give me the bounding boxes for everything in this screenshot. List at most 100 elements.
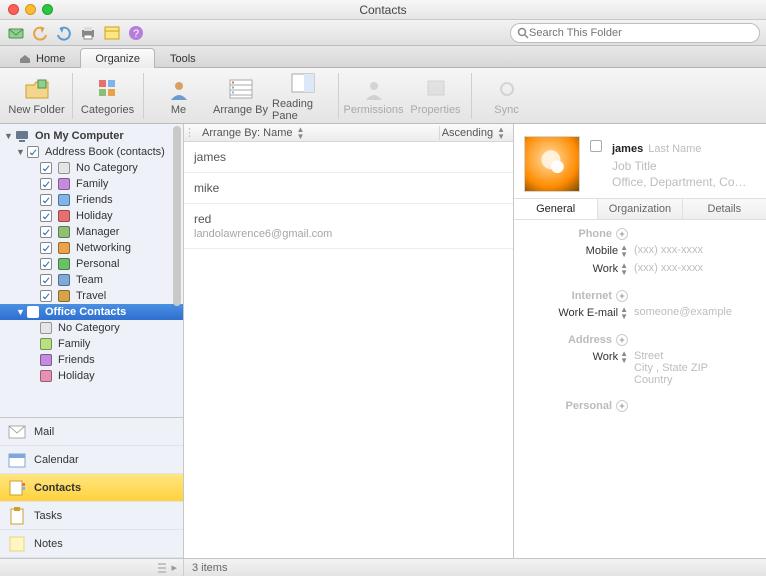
checkbox-icon[interactable]: [40, 274, 52, 286]
field-row[interactable]: Work▲▼(xxx) xxx-xxxx: [514, 262, 756, 276]
updown-icon: ▲▼: [620, 244, 628, 258]
search-input[interactable]: [529, 27, 753, 39]
detail-tabs: General Organization Details: [514, 198, 766, 220]
add-phone-button[interactable]: +: [616, 228, 628, 240]
tree-category[interactable]: Holiday: [0, 208, 183, 224]
category-color-icon: [58, 210, 70, 222]
tree-category[interactable]: Family: [0, 176, 183, 192]
ribbon: New Folder Categories Me Arrange By Read…: [0, 68, 766, 124]
checkbox-icon[interactable]: [40, 226, 52, 238]
category-color-icon: [58, 226, 70, 238]
add-personal-button[interactable]: +: [616, 400, 628, 412]
me-button[interactable]: Me: [148, 70, 210, 122]
contact-avatar[interactable]: [524, 136, 580, 192]
contacts-icon: [8, 479, 26, 497]
nav-mail[interactable]: Mail: [0, 418, 183, 446]
contact-row[interactable]: james: [184, 142, 513, 173]
category-color-icon: [40, 354, 52, 366]
ribbon-tabs: Home Organize Tools: [0, 46, 766, 68]
tab-tools[interactable]: Tools: [155, 48, 211, 68]
checkbox-icon[interactable]: [40, 162, 52, 174]
tree-office-contacts[interactable]: ▼Office Contacts: [0, 304, 183, 320]
scrollbar-thumb[interactable]: [173, 126, 181, 306]
checkbox-icon[interactable]: [40, 210, 52, 222]
undo-icon[interactable]: [30, 23, 50, 43]
updown-icon: ▲▼: [620, 350, 628, 364]
column-resize-handle[interactable]: ⋮: [184, 126, 194, 139]
tab-home[interactable]: Home: [4, 48, 80, 68]
tree-category[interactable]: Manager: [0, 224, 183, 240]
my-day-icon[interactable]: [102, 23, 122, 43]
sort-order-header[interactable]: Ascending▲▼: [439, 126, 513, 140]
category-color-icon: [58, 290, 70, 302]
detail-tab-general[interactable]: General: [514, 199, 598, 219]
reading-pane-button[interactable]: Reading Pane: [272, 70, 334, 122]
nav-list: Mail Calendar Contacts Tasks Notes: [0, 417, 183, 558]
section-address: Address+ Work▲▼Street City , State ZIP C…: [514, 334, 756, 386]
contact-list[interactable]: jamesmikeredlandolawrence6@gmail.com: [184, 142, 513, 558]
tree-address-book[interactable]: ▼Address Book (contacts): [0, 144, 183, 160]
detail-tab-organization[interactable]: Organization: [598, 199, 682, 219]
home-icon: [19, 54, 31, 64]
tree-category[interactable]: Team: [0, 272, 183, 288]
arrange-by-header[interactable]: Arrange By: Name▲▼: [194, 126, 439, 140]
folder-search[interactable]: [510, 23, 760, 43]
redo-icon[interactable]: [54, 23, 74, 43]
tree-category[interactable]: Family: [0, 336, 183, 352]
contact-flag-checkbox[interactable]: [590, 140, 602, 152]
contact-row[interactable]: mike: [184, 173, 513, 204]
nav-contacts[interactable]: Contacts: [0, 474, 183, 502]
checkbox-icon[interactable]: [40, 290, 52, 302]
tab-organize[interactable]: Organize: [80, 48, 155, 68]
updown-icon: ▲▼: [620, 262, 628, 276]
print-icon[interactable]: [78, 23, 98, 43]
field-row[interactable]: Mobile▲▼(xxx) xxx-xxxx: [514, 244, 756, 258]
contact-row[interactable]: redlandolawrence6@gmail.com: [184, 204, 513, 249]
section-personal: Personal+: [514, 400, 756, 412]
category-color-icon: [58, 178, 70, 190]
tree-category[interactable]: Personal: [0, 256, 183, 272]
contact-meta[interactable]: Office, Department, Company: [612, 175, 756, 189]
categories-button[interactable]: Categories: [77, 70, 139, 122]
arrange-by-button[interactable]: Arrange By: [210, 70, 272, 122]
detail-tab-details[interactable]: Details: [683, 199, 766, 219]
mail-icon: [8, 423, 26, 441]
add-address-button[interactable]: +: [616, 334, 628, 346]
nav-notes[interactable]: Notes: [0, 530, 183, 558]
checkbox-icon[interactable]: [40, 178, 52, 190]
new-folder-button[interactable]: New Folder: [6, 70, 68, 122]
collapse-icon[interactable]: [157, 563, 167, 573]
checkbox-icon[interactable]: [40, 258, 52, 270]
category-color-icon: [58, 194, 70, 206]
nav-calendar[interactable]: Calendar: [0, 446, 183, 474]
tree-category[interactable]: Holiday: [0, 368, 183, 384]
checkbox-icon[interactable]: [27, 306, 39, 318]
calendar-icon: [8, 451, 26, 469]
send-receive-icon[interactable]: [6, 23, 26, 43]
add-internet-button[interactable]: +: [616, 290, 628, 302]
checkbox-icon[interactable]: [40, 242, 52, 254]
contact-name[interactable]: james Last Name: [612, 136, 756, 157]
field-row[interactable]: Work E-mail▲▼someone@example: [514, 306, 756, 320]
tree-category[interactable]: Friends: [0, 352, 183, 368]
contact-jobtitle[interactable]: Job Title: [612, 159, 756, 173]
nav-tasks[interactable]: Tasks: [0, 502, 183, 530]
svg-text:?: ?: [133, 28, 139, 40]
tree-category[interactable]: No Category: [0, 160, 183, 176]
checkbox-icon[interactable]: [27, 146, 39, 158]
category-color-icon: [58, 242, 70, 254]
quick-toolbar: ?: [0, 20, 766, 46]
checkbox-icon[interactable]: [40, 194, 52, 206]
list-header: ⋮ Arrange By: Name▲▼ Ascending▲▼: [184, 124, 513, 142]
window-titlebar: Contacts: [0, 0, 766, 20]
field-row[interactable]: Work▲▼Street City , State ZIP Country: [514, 350, 756, 386]
folder-tree[interactable]: ▼On My Computer ▼Address Book (contacts)…: [0, 124, 183, 417]
category-color-icon: [58, 162, 70, 174]
tree-category[interactable]: No Category: [0, 320, 183, 336]
help-icon[interactable]: ?: [126, 23, 146, 43]
tree-category[interactable]: Travel: [0, 288, 183, 304]
tree-category[interactable]: Friends: [0, 192, 183, 208]
tree-root[interactable]: ▼On My Computer: [0, 128, 183, 144]
chevron-right-icon[interactable]: ▸: [171, 561, 177, 574]
tree-category[interactable]: Networking: [0, 240, 183, 256]
